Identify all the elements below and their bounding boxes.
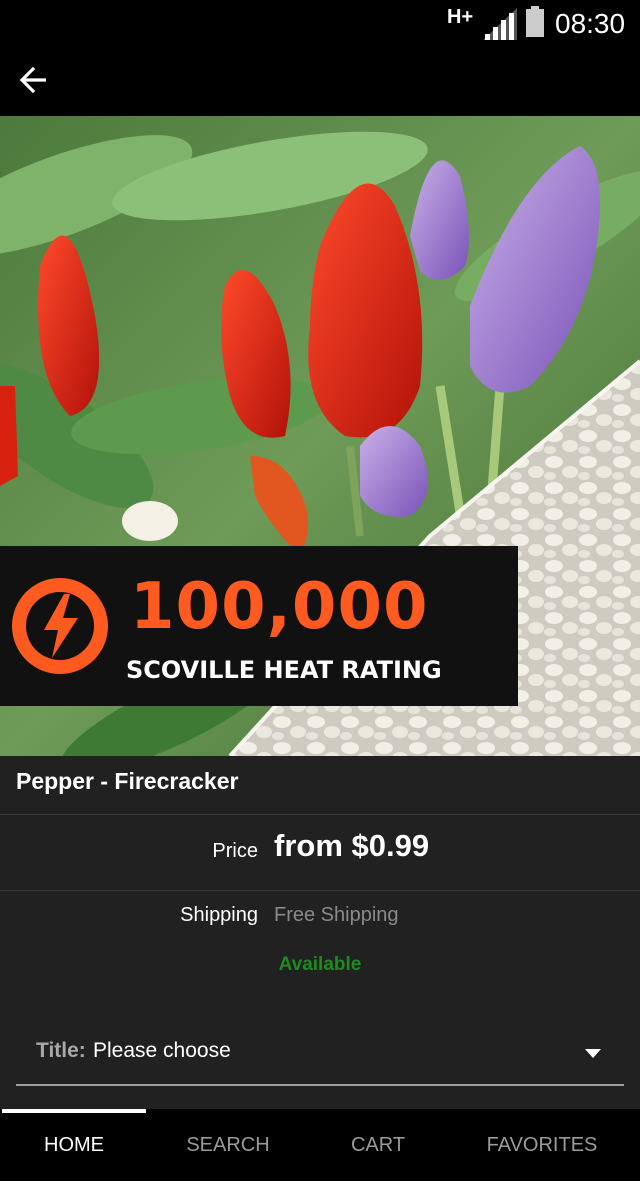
back-button[interactable] xyxy=(14,62,54,102)
status-bar: H+ 08:30 xyxy=(0,0,640,48)
price-value: from $0.99 xyxy=(274,828,430,863)
nav-search[interactable]: SEARCH xyxy=(160,1109,296,1181)
bottom-nav: HOME SEARCH CART FAVORITES xyxy=(0,1109,640,1181)
lightning-bolt-icon xyxy=(12,578,108,674)
nav-cart[interactable]: CART xyxy=(310,1109,446,1181)
product-title: Pepper - Firecracker xyxy=(16,768,239,794)
select-value: Please choose xyxy=(93,1039,231,1062)
badge-text: SCOVILLE HEAT RATING xyxy=(126,656,442,684)
arrow-left-icon xyxy=(19,66,48,98)
select-label: Title: xyxy=(36,1039,86,1062)
battery-icon xyxy=(525,6,545,43)
app-bar xyxy=(0,48,640,116)
shipping-label: Shipping xyxy=(180,904,258,926)
select-underline xyxy=(16,1084,624,1086)
nav-favorites[interactable]: FAVORITES xyxy=(460,1109,624,1181)
badge-number: 100,000 xyxy=(130,570,429,644)
shipping-value: Free Shipping xyxy=(274,904,399,926)
divider xyxy=(0,814,640,815)
network-type: H+ xyxy=(447,6,474,28)
price-label: Price xyxy=(212,840,258,862)
nav-home[interactable]: HOME xyxy=(2,1109,146,1181)
divider xyxy=(0,890,640,891)
signal-icon xyxy=(483,8,517,45)
dropdown-caret-icon xyxy=(585,1046,601,1064)
status-time: 08:30 xyxy=(555,8,626,39)
product-image: 100,000 SCOVILLE HEAT RATING xyxy=(0,116,640,756)
title-select[interactable]: Title: Please choose xyxy=(16,1028,624,1086)
availability-status: Available xyxy=(278,954,362,975)
